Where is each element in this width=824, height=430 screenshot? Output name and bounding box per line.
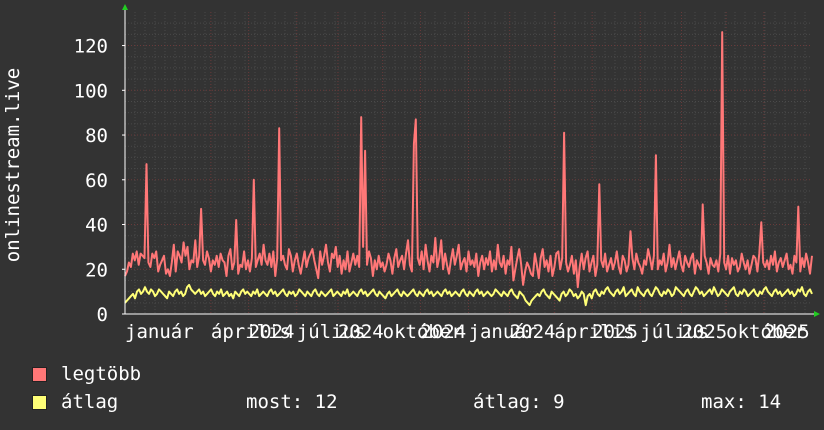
stat-atlag: átlag: 9 — [473, 391, 565, 413]
y-axis-label: onlinestream.live — [2, 68, 24, 262]
legend-label-atlag: átlag — [61, 391, 119, 413]
x-axis-arrow — [814, 311, 820, 317]
y-tick-label: 60 — [85, 170, 108, 192]
legend-item-atlag: átlag — [32, 391, 118, 413]
legend-item-legtobb: legtöbb — [32, 363, 141, 385]
x-tick-label: 2025 — [681, 321, 727, 343]
x-tick-label: 2024 — [338, 321, 384, 343]
x-tick-labels: január április2024 július2024október2024 ja… — [125, 321, 810, 343]
stat-most: most: 12 — [246, 391, 338, 413]
x-tick-label: 2025 — [592, 321, 638, 343]
y-tick-label: 40 — [85, 215, 108, 237]
x-tick-label: 2024 — [249, 321, 295, 343]
y-tick-label: 80 — [85, 125, 108, 147]
legend-swatch-legtobb — [32, 366, 47, 382]
y-axis-arrow — [122, 4, 128, 10]
x-tick-label: 2024 — [510, 321, 556, 343]
y-tick-label: 20 — [85, 259, 108, 281]
y-tick-label: 100 — [74, 80, 108, 102]
y-tick-label: 0 — [97, 304, 108, 326]
legend-swatch-atlag — [32, 394, 47, 410]
legend-label-legtobb: legtöbb — [61, 363, 142, 385]
x-tick-label: 2025 — [764, 321, 810, 343]
y-tick-labels: 0 20 40 60 80 100 120 — [74, 36, 108, 326]
series-line-atlag — [124, 283, 813, 307]
x-tick-label: január — [125, 321, 194, 343]
stat-max: max: 14 — [701, 391, 782, 413]
y-tick-label: 120 — [74, 36, 108, 58]
x-tick-label: 2024 — [420, 321, 466, 343]
